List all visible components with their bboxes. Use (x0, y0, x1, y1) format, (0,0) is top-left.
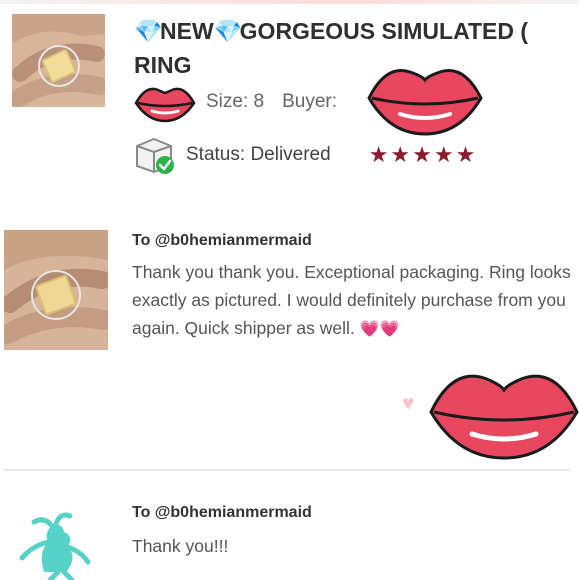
listing-card: 💎NEW💎GORGEOUS SIMULATED ( RING Size: 8 B… (0, 0, 579, 190)
listing-meta: Size: 8 Buyer: (134, 87, 338, 123)
review-card: To @b0hemianmermaid Thank you thank you.… (0, 220, 579, 470)
status-label: Status: (186, 144, 246, 165)
title-new: NEW (160, 18, 214, 44)
status-value: Delivered (250, 144, 331, 165)
hearts-emoji: 💗💗 (359, 321, 400, 338)
package-delivered-icon (136, 137, 174, 174)
buyer-label: Buyer: (282, 91, 338, 112)
heart-icon[interactable]: ♥ (402, 392, 414, 416)
title-line-2: RING (134, 52, 192, 78)
diamond-icon: 💎 (134, 18, 163, 44)
review-text: Thank you thank you. Exceptional packagi… (132, 258, 572, 344)
listing-thumbnail[interactable] (12, 14, 105, 107)
review-body: Thank you thank you. Exceptional packagi… (132, 262, 571, 338)
rating-stars: ★★★★★ (368, 142, 478, 167)
review-recipient[interactable]: To @b0hemianmermaid (132, 504, 312, 522)
diamond-icon: 💎 (213, 18, 243, 44)
review-body: Thank you!!! (132, 536, 229, 556)
lips-sticker-cover-buyer (367, 69, 483, 136)
title-cut-char: ( (520, 18, 529, 44)
lips-sticker-large (429, 374, 579, 460)
review-thumbnail[interactable] (4, 230, 108, 350)
lips-sticker-small (134, 87, 196, 123)
order-status: Status: Delivered ★★★★★ (134, 137, 478, 174)
listing-title[interactable]: 💎NEW💎GORGEOUS SIMULATED ( RING (134, 14, 579, 82)
review-card: To @b0hemianmermaid Thank you!!! (0, 490, 579, 580)
divider (4, 469, 570, 471)
review-text: Thank you!!! (132, 532, 572, 560)
review-thumbnail[interactable] (4, 502, 108, 580)
title-text: GORGEOUS SIMULATED (239, 18, 514, 44)
size-label: Size: 8 (206, 91, 265, 112)
review-recipient[interactable]: To @b0hemianmermaid (132, 232, 312, 250)
